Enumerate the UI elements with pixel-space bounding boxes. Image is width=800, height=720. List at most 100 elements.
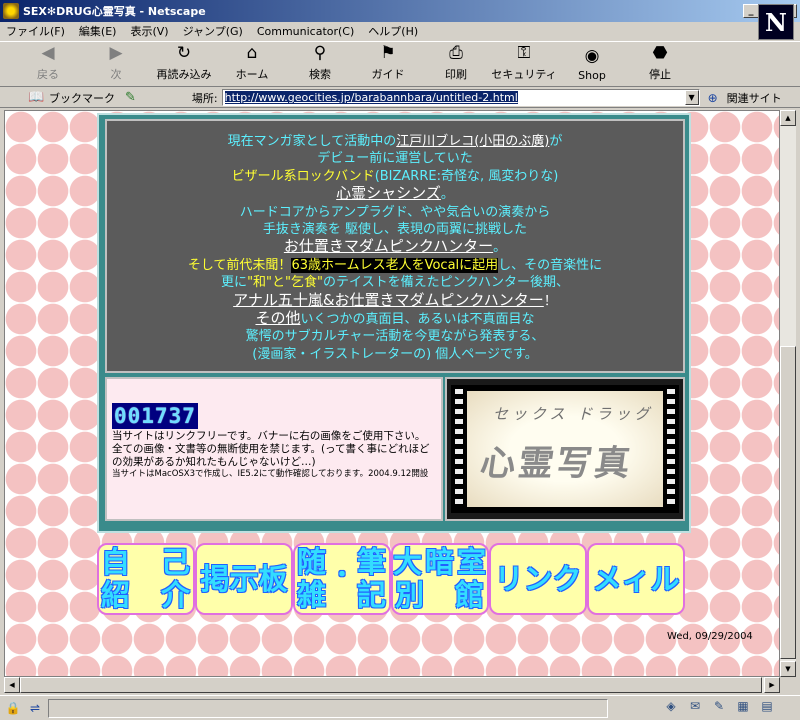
artist-name-link[interactable]: 江戸川ブレコ(小田のぶ廣) — [396, 134, 549, 149]
nav-button-profile[interactable]: 自 己 紹 介 — [97, 543, 195, 615]
scroll-down-button[interactable]: ▼ — [780, 661, 796, 677]
menu-bar: ファイル(F) 編集(E) 表示(V) ジャンプ(G) Communicator… — [0, 22, 800, 40]
netscape-app-icon[interactable] — [3, 3, 19, 19]
toolbar-button-label: 次 — [110, 68, 122, 81]
others-link[interactable]: その他 — [255, 309, 300, 327]
toolbar-button-label: 再読み込み — [156, 68, 212, 81]
nav-button-mail[interactable]: メィル — [587, 543, 685, 615]
forward-arrow-icon: ▶ — [109, 43, 123, 63]
related-sites-button[interactable]: ⊕ 関連サイト — [708, 90, 782, 106]
mail-icon[interactable]: ✉ — [686, 699, 704, 713]
intro-highlight: "和"と"乞食" — [247, 275, 323, 291]
intro-line: し、その音楽性に — [498, 257, 603, 273]
bookmark-icon: 📖 — [28, 89, 45, 105]
toolbar-button-reload[interactable]: ↻ 再読み込み — [150, 42, 218, 86]
intro-line: 現在マンガ家として活動中の — [227, 134, 397, 149]
menu-go[interactable]: ジャンプ(G) — [183, 23, 243, 39]
intro-line: デビュー前に運営していた — [317, 151, 473, 167]
nav-char: 自 — [101, 545, 131, 579]
nav-button-bbs[interactable]: 掲示板 — [195, 543, 293, 615]
toolbar-button-search[interactable]: ⚲ 検索 — [286, 42, 354, 86]
toolbar-button-print[interactable]: ⎙ 印刷 — [422, 42, 490, 86]
intro-line: 。 — [440, 187, 454, 203]
intro-line: いくつかの真面目、あるいは不真面目な — [300, 312, 535, 328]
intro-line: が — [549, 134, 563, 149]
copyright-note: 全ての画像・文書等の無断使用を禁じます。(って書く事にどれほどの効果があるか知れ… — [112, 443, 430, 468]
toolbar-button-shop[interactable]: ◉ Shop — [558, 42, 626, 86]
calendar-icon[interactable]: ▤ — [758, 699, 776, 713]
toolbar-button-back-arrow[interactable]: ◀ 戻る — [14, 42, 82, 86]
nav-char: 紹 — [101, 578, 131, 612]
menu-file[interactable]: ファイル(F) — [6, 23, 65, 39]
menu-help[interactable]: ヘルプ(H) — [368, 23, 418, 39]
nav-button-darkroom[interactable]: 大 暗 室 別 館 — [391, 543, 489, 615]
band-link-pinkhunter[interactable]: お仕置きマダムピンクハンター — [284, 237, 493, 255]
banner-title: 心霊写真 — [477, 443, 636, 484]
vertical-scroll-thumb[interactable] — [780, 346, 796, 659]
toolbar-button-label: Shop — [578, 69, 606, 82]
scroll-up-button[interactable]: ▲ — [780, 110, 796, 126]
horizontal-scrollbar[interactable]: ◀ ▶ — [4, 677, 780, 693]
vertical-scrollbar[interactable]: ▲ ▼ — [780, 110, 796, 677]
intro-line: (BIZARRE:奇怪な, 風変わりな) — [374, 168, 559, 184]
title-bar: SEX✻DRUG心霊写真 - Netscape _ □ × — [0, 0, 800, 22]
nav-button-links[interactable]: リンク — [489, 543, 587, 615]
nav-label: 掲示板 — [200, 562, 288, 596]
horizontal-scroll-thumb[interactable] — [20, 677, 762, 693]
nav-label: メィル — [592, 562, 680, 596]
toolbar-button-label: ホーム — [235, 68, 269, 81]
location-label: 場所: — [191, 91, 218, 105]
url-input[interactable]: http://www.geocities.jp/barabannbara/unt… — [221, 89, 700, 106]
band-link-anal-igarashi[interactable]: アナル五十嵐&お仕置きマダムピンクハンター — [233, 291, 544, 309]
toolbar-button-lock[interactable]: ⚿ セキュリティ — [490, 42, 558, 86]
composer-icon[interactable]: ✎ — [710, 699, 728, 713]
banner-frame: セックス ドラッグ 心霊写真 — [467, 391, 663, 507]
scroll-right-button[interactable]: ▶ — [764, 677, 780, 693]
site-banner-image[interactable]: セックス ドラッグ 心霊写真 — [451, 385, 679, 513]
nav-button-essays[interactable]: 随 筆 ・ 雑 記 — [293, 543, 391, 615]
hit-counter-value: 001737 — [114, 404, 196, 428]
toolbar-button-guide[interactable]: ⚑ ガイド — [354, 42, 422, 86]
menu-edit[interactable]: 編集(E) — [79, 23, 117, 39]
nav-char: 筆 — [357, 545, 387, 579]
nav-label: リンク — [494, 562, 582, 596]
intro-line: 更に — [221, 275, 248, 291]
navigation-toolbar: ◀ 戻る ▶ 次 ↻ 再読み込み ⌂ ホーム ⚲ 検索 ⚑ ガイド ⎙ 印刷 ⚿ セキュリティ ◉ Shop ⬣ 停止 — [0, 41, 800, 87]
connection-icon: ⇌ — [29, 701, 41, 715]
status-bar: 🔒 ⇌ ◈ ✉ ✎ ▦ ▤ — [0, 695, 800, 720]
window-title: SEX✻DRUG心霊写真 - Netscape — [23, 5, 206, 18]
minimize-button[interactable]: _ — [743, 4, 759, 18]
banner-box: セックス ドラッグ 心霊写真 — [445, 377, 685, 521]
related-sites-icon: ⊕ — [707, 90, 718, 105]
page-content: 現在マンガ家として活動中の江戸川ブレコ(小田のぶ廣)が デビュー前に運営していた… — [4, 110, 780, 677]
bookmarks-button[interactable]: 📖 ブックマーク — [28, 90, 115, 106]
navigator-icon[interactable]: ◈ — [662, 699, 680, 713]
nav-char: 館 — [455, 578, 485, 612]
film-sprocket-left — [455, 389, 463, 509]
browser-window: SEX✻DRUG心霊写真 - Netscape _ □ × ファイル(F) 編集… — [0, 0, 800, 720]
netscape-logo[interactable]: N — [758, 4, 794, 40]
back-arrow-icon: ◀ — [41, 43, 55, 63]
nav-char: 雑 — [297, 578, 327, 612]
url-text: http://www.geocities.jp/barabannbara/unt… — [224, 91, 518, 104]
menu-communicator[interactable]: Communicator(C) — [257, 25, 354, 38]
environment-note: 当サイトはMacOSX3で作成し、IE5.2にて動作確認しております。2004.… — [112, 469, 429, 479]
toolbar-button-home[interactable]: ⌂ ホーム — [218, 42, 286, 86]
link-free-note: 当サイトはリンクフリーです。バナーに右の画像をご使用下さい。 — [112, 430, 426, 442]
band-link-shinrei[interactable]: 心霊シャシンズ — [336, 184, 441, 202]
nav-char: 大 — [393, 545, 423, 579]
page-proxy-icon[interactable]: ✎ — [125, 90, 136, 105]
url-dropdown-button[interactable]: ▼ — [684, 90, 699, 105]
hit-counter: 001737 — [112, 403, 198, 429]
intro-line: (漫画家・イラストレーターの) 個人ページです。 — [252, 346, 538, 362]
address-book-icon[interactable]: ▦ — [734, 699, 752, 713]
toolbar-button-forward-arrow[interactable]: ▶ 次 — [82, 42, 150, 86]
shop-icon: ◉ — [584, 46, 600, 66]
intro-line: そして前代未聞！ — [187, 257, 292, 273]
scroll-left-button[interactable]: ◀ — [4, 677, 20, 693]
security-lock-icon[interactable]: 🔒 — [4, 701, 22, 715]
toolbar-button-stop[interactable]: ⬣ 停止 — [626, 42, 694, 86]
menu-view[interactable]: 表示(V) — [130, 23, 168, 39]
nav-char: 室 — [457, 545, 487, 579]
toolbar-button-label: 印刷 — [445, 68, 467, 81]
